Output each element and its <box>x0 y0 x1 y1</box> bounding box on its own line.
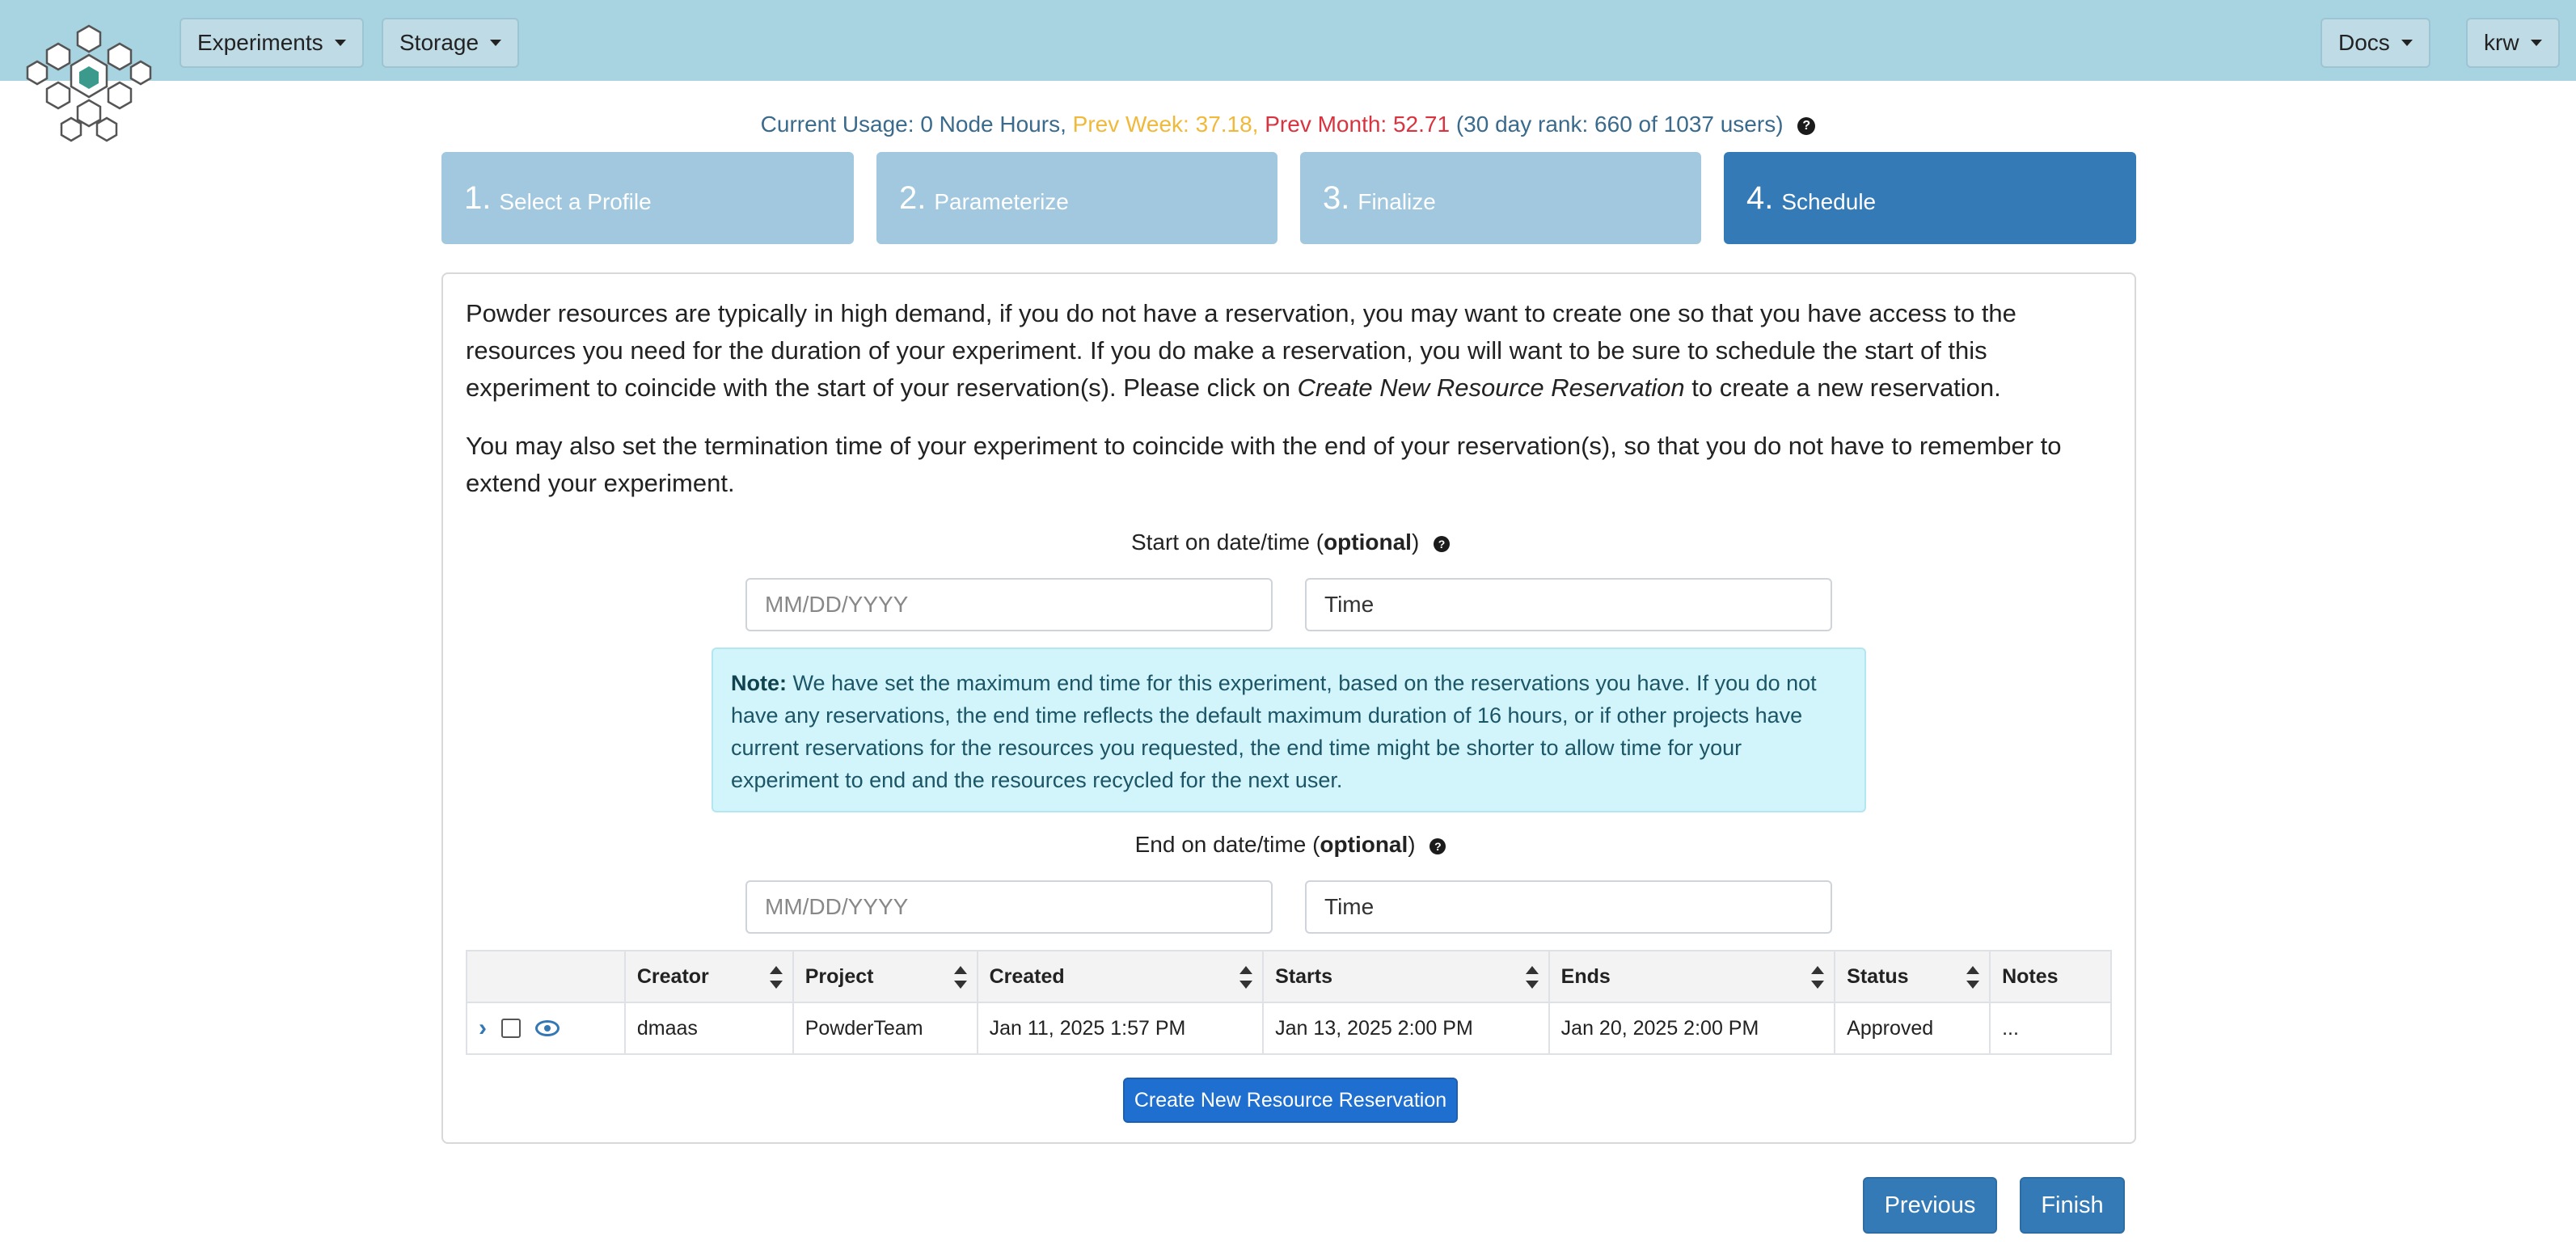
finish-button[interactable]: Finish <box>2020 1177 2125 1234</box>
end-label-text: End on date/time ( <box>1134 832 1320 857</box>
top-navbar: Experiments Storage Docs krw <box>0 0 2576 81</box>
termination-paragraph: You may also set the termination time of… <box>466 432 2062 497</box>
user-menu-button[interactable]: krw <box>2466 18 2560 68</box>
previous-button[interactable]: Previous <box>1863 1177 1997 1234</box>
reservations-table: Creator Project Created Starts Ends Stat… <box>466 950 2112 1055</box>
help-icon[interactable]: ? <box>1434 535 1451 552</box>
sort-icon[interactable] <box>1811 966 1825 989</box>
schedule-panel: Powder resources are typically in high d… <box>441 272 2136 1144</box>
end-time-value: Time <box>1324 894 1375 919</box>
end-date-placeholder: MM/DD/YYYY <box>765 894 909 919</box>
row-checkbox[interactable] <box>501 1019 521 1038</box>
note-label: Note: <box>731 671 787 695</box>
usage-rank: (30 day rank: 660 of 1037 users) <box>1455 112 1784 137</box>
caret-down-icon <box>2401 40 2413 46</box>
chevron-right-icon[interactable]: › <box>479 1015 487 1042</box>
prev-week-usage: Prev Week: 37.18, <box>1072 112 1259 137</box>
start-label-text: Start on date/time ( <box>1130 529 1324 555</box>
close-paren: ) <box>1411 529 1420 555</box>
ends-header[interactable]: Ends <box>1548 950 1836 1003</box>
sort-icon[interactable] <box>1239 966 1253 989</box>
starts-cell: Jan 13, 2025 2:00 PM <box>1262 1002 1550 1055</box>
eye-icon[interactable] <box>535 1020 560 1036</box>
step-select-profile[interactable]: 1. Select a Profile <box>441 152 854 244</box>
header-label: Creator <box>636 964 709 988</box>
note-text: We have set the maximum end time for thi… <box>731 671 1817 792</box>
header-label: Project <box>804 964 874 988</box>
notes-header: Notes <box>1989 950 2112 1003</box>
intro-text-b: to create a new reservation. <box>1684 373 2001 402</box>
step-number: 3. <box>1323 179 1350 216</box>
step-finalize[interactable]: 3. Finalize <box>1300 152 1701 244</box>
project-header[interactable]: Project <box>792 950 978 1003</box>
created-header[interactable]: Created <box>976 950 1265 1003</box>
caret-down-icon <box>334 40 346 46</box>
help-icon[interactable]: ? <box>1429 837 1446 854</box>
notes-cell[interactable]: ... <box>1989 1002 2112 1055</box>
sort-icon[interactable] <box>953 966 967 989</box>
close-paren: ) <box>1408 832 1416 857</box>
sort-icon[interactable] <box>769 966 783 989</box>
step-label: Select a Profile <box>499 189 652 214</box>
tools-header <box>466 950 626 1003</box>
start-time-value: Time <box>1324 592 1375 617</box>
sort-icon[interactable] <box>1966 966 1980 989</box>
end-datetime-label: End on date/time (optional) ? <box>443 832 2138 858</box>
storage-menu-button[interactable]: Storage <box>382 18 520 68</box>
experiments-menu-button[interactable]: Experiments <box>179 18 364 68</box>
table-header-row: Creator Project Created Starts Ends Stat… <box>466 950 2112 1003</box>
step-label: Schedule <box>1781 189 1877 214</box>
header-label: Status <box>1847 964 1909 988</box>
step-number: 1. <box>464 179 492 216</box>
max-end-time-note: Note: We have set the maximum end time f… <box>712 648 1866 812</box>
creator-header[interactable]: Creator <box>623 950 794 1003</box>
caret-down-icon <box>490 40 502 46</box>
current-usage-text: Current Usage: 0 Node Hours, <box>760 112 1066 137</box>
storage-menu-label: Storage <box>399 30 479 55</box>
step-label: Parameterize <box>934 189 1069 214</box>
step-schedule[interactable]: 4. Schedule <box>1724 152 2136 244</box>
status-cell: Approved <box>1834 1002 1991 1055</box>
create-reservation-button[interactable]: Create New Resource Reservation <box>1123 1078 1458 1123</box>
optional-text: optional <box>1324 529 1412 555</box>
powder-snowflake-logo[interactable] <box>23 23 155 142</box>
header-label: Notes <box>2002 964 2059 988</box>
start-date-placeholder: MM/DD/YYYY <box>765 592 909 617</box>
header-label: Starts <box>1275 964 1333 988</box>
help-icon[interactable]: ? <box>1797 116 1816 135</box>
creator-link[interactable]: dmaas <box>623 1002 794 1055</box>
start-date-input[interactable]: MM/DD/YYYY <box>745 578 1273 631</box>
start-datetime-label: Start on date/time (optional) ? <box>443 529 2138 555</box>
status-header[interactable]: Status <box>1834 950 1991 1003</box>
intro-emphasis: Create New Resource Reservation <box>1297 373 1685 402</box>
caret-down-icon <box>2530 40 2542 46</box>
header-label: Ends <box>1560 964 1611 988</box>
step-number: 2. <box>899 179 927 216</box>
table-row: › dmaas PowderTeam Jan 11, 2025 1:57 PM … <box>466 1002 2112 1055</box>
usage-summary: Current Usage: 0 Node Hours, Prev Week: … <box>0 112 2576 137</box>
end-time-input[interactable]: Time <box>1305 880 1832 934</box>
ends-cell: Jan 20, 2025 2:00 PM <box>1548 1002 1836 1055</box>
docs-menu-button[interactable]: Docs <box>2321 18 2430 68</box>
step-number: 4. <box>1746 179 1774 216</box>
optional-text: optional <box>1320 832 1408 857</box>
created-cell: Jan 11, 2025 1:57 PM <box>976 1002 1265 1055</box>
docs-menu-label: Docs <box>2338 30 2390 55</box>
experiments-menu-label: Experiments <box>197 30 323 55</box>
project-link[interactable]: PowderTeam <box>792 1002 978 1055</box>
starts-header[interactable]: Starts <box>1262 950 1550 1003</box>
end-date-input[interactable]: MM/DD/YYYY <box>745 880 1273 934</box>
reservation-intro-paragraph: Powder resources are typically in high d… <box>466 295 2115 407</box>
step-parameterize[interactable]: 2. Parameterize <box>876 152 1277 244</box>
user-menu-label: krw <box>2484 30 2519 55</box>
prev-month-usage: Prev Month: 52.71 <box>1265 112 1451 137</box>
sort-icon[interactable] <box>1525 966 1539 989</box>
header-label: Created <box>989 964 1065 988</box>
step-label: Finalize <box>1358 189 1436 214</box>
start-time-input[interactable]: Time <box>1305 578 1832 631</box>
row-tools-cell: › <box>466 1002 626 1055</box>
